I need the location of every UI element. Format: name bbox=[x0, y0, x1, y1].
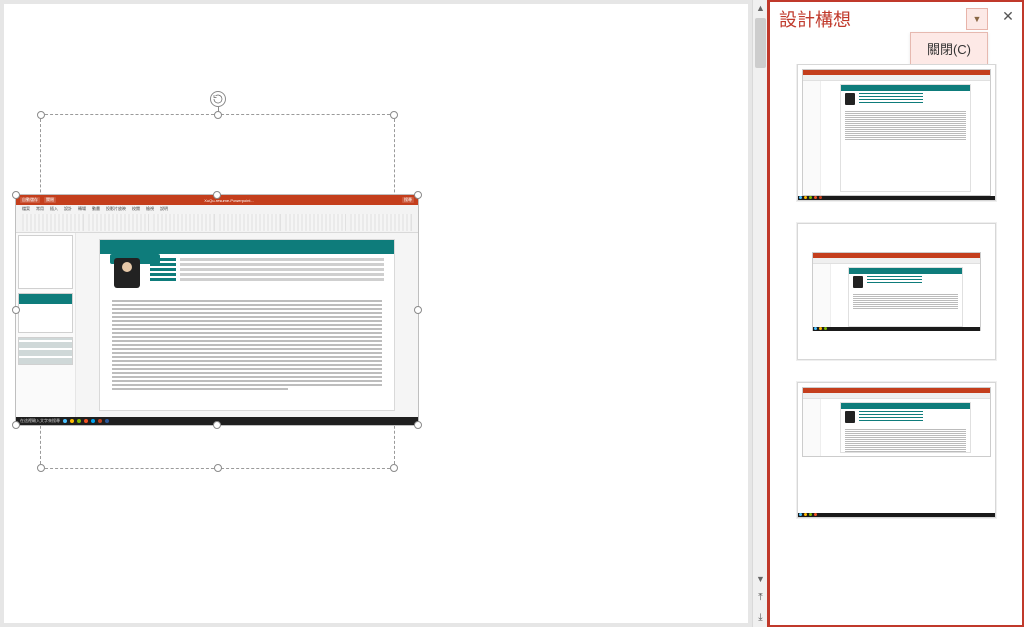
autosave-chip: 自動儲存 bbox=[20, 197, 40, 203]
embedded-slide bbox=[99, 239, 395, 411]
resize-handle[interactable] bbox=[37, 111, 45, 119]
pane-menu-dropdown[interactable]: ▼ bbox=[966, 8, 988, 30]
design-ideas-list bbox=[769, 64, 1024, 627]
tab: 動畫 bbox=[92, 206, 100, 212]
scroll-down-icon[interactable]: ▼ bbox=[753, 571, 768, 587]
resize-handle[interactable] bbox=[214, 111, 222, 119]
embedded-thumb-3 bbox=[18, 337, 73, 365]
avatar-photo bbox=[114, 258, 140, 288]
vertical-scrollbar[interactable]: ▲ ▼ bbox=[752, 0, 768, 587]
scroll-up-icon[interactable]: ▲ bbox=[753, 0, 768, 16]
scroll-thumb[interactable] bbox=[755, 18, 766, 68]
resize-handle[interactable] bbox=[12, 306, 20, 314]
body-paragraph bbox=[112, 300, 382, 402]
next-slide-icon[interactable]: ⤓ bbox=[753, 607, 768, 627]
tab: 校閱 bbox=[132, 206, 140, 212]
design-idea-1[interactable] bbox=[797, 64, 996, 201]
tab: 檢視 bbox=[146, 206, 154, 212]
design-idea-3[interactable] bbox=[797, 382, 996, 519]
embedded-filename: XuQu-resume-Powerpoint... bbox=[202, 198, 256, 203]
autosave-state: 關閉 bbox=[44, 197, 56, 203]
tab: 轉場 bbox=[78, 206, 86, 212]
tab: 檔案 bbox=[22, 206, 30, 212]
embedded-ribbon-tabs: 檔案 常用 插入 設計 轉場 動畫 投影片放映 校閱 檢視 說明 bbox=[16, 205, 418, 213]
tab: 投影片放映 bbox=[106, 206, 126, 212]
resize-handle[interactable] bbox=[12, 191, 20, 199]
slide-edit-area: 自動儲存 關閉 XuQu-resume-Powerpoint... 搜尋 檔案 … bbox=[0, 0, 768, 627]
app-root: 自動儲存 關閉 XuQu-resume-Powerpoint... 搜尋 檔案 … bbox=[0, 0, 1024, 627]
resize-handle[interactable] bbox=[214, 464, 222, 472]
rotate-handle-icon[interactable] bbox=[210, 91, 226, 107]
resize-handle[interactable] bbox=[213, 191, 221, 199]
slide-header-band bbox=[100, 240, 394, 254]
embedded-ribbon-tools bbox=[16, 213, 418, 232]
prev-slide-icon[interactable]: ⤒ bbox=[753, 587, 768, 607]
resize-handle[interactable] bbox=[390, 464, 398, 472]
resize-handle[interactable] bbox=[390, 111, 398, 119]
info-block bbox=[150, 258, 384, 283]
slide-canvas[interactable]: 自動儲存 關閉 XuQu-resume-Powerpoint... 搜尋 檔案 … bbox=[4, 4, 748, 623]
tab: 插入 bbox=[50, 206, 58, 212]
resize-handle[interactable] bbox=[414, 306, 422, 314]
resize-handle[interactable] bbox=[414, 191, 422, 199]
resize-handle[interactable] bbox=[414, 421, 422, 429]
embedded-ribbon: 檔案 常用 插入 設計 轉場 動畫 投影片放映 校閱 檢視 說明 bbox=[16, 205, 418, 233]
taskbar-search: 在這裡輸入文字來搜尋 bbox=[20, 418, 60, 424]
close-flyout-button[interactable]: 關閉(C) bbox=[910, 32, 988, 65]
slide-nav-buttons: ⤒ ⤓ bbox=[752, 587, 768, 627]
resize-handle[interactable] bbox=[37, 464, 45, 472]
tab: 設計 bbox=[64, 206, 72, 212]
inserted-screenshot-image[interactable]: 自動儲存 關閉 XuQu-resume-Powerpoint... 搜尋 檔案 … bbox=[15, 194, 419, 426]
embedded-thumb-2 bbox=[18, 293, 73, 333]
embedded-body bbox=[16, 233, 418, 417]
tab: 常用 bbox=[36, 206, 44, 212]
close-icon[interactable]: ✕ bbox=[996, 8, 1020, 25]
tab: 說明 bbox=[160, 206, 168, 212]
design-ideas-pane: 設計構想 ▼ ✕ 關閉(C) bbox=[768, 0, 1024, 627]
embedded-thumbnail-rail bbox=[16, 233, 76, 417]
close-flyout-label: 關閉(C) bbox=[927, 42, 971, 57]
search-hint: 搜尋 bbox=[402, 197, 414, 203]
pane-title: 設計構想 bbox=[779, 6, 851, 32]
embedded-slide-area bbox=[76, 233, 418, 417]
design-idea-2[interactable] bbox=[797, 223, 996, 360]
resize-handle[interactable] bbox=[12, 421, 20, 429]
resize-handle[interactable] bbox=[213, 421, 221, 429]
embedded-thumb-1 bbox=[18, 235, 73, 289]
